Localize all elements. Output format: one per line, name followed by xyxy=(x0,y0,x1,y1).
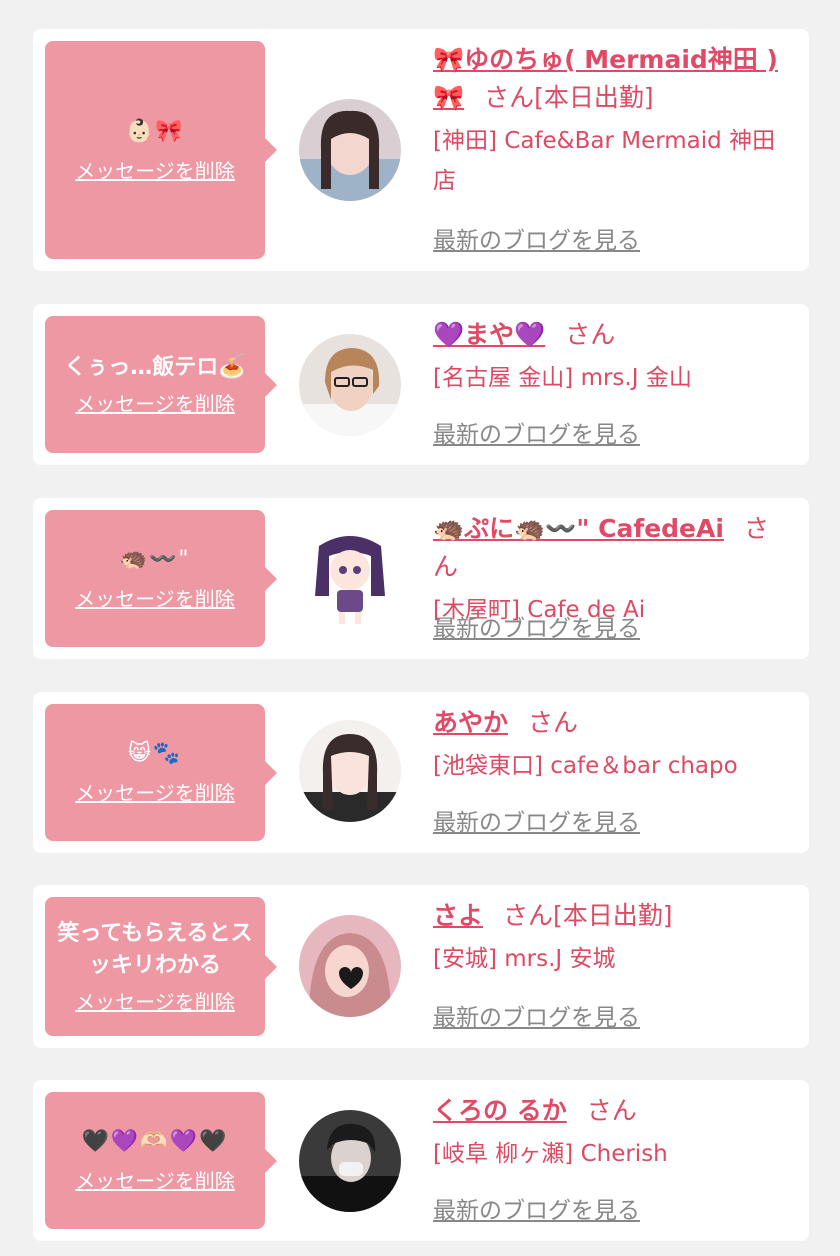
message-bubble: くぅっ…飯テロ🍝 メッセージを削除 xyxy=(45,316,277,453)
cast-info: 💜まや💜 さん [名古屋 金山] mrs.J 金山 最新のブログを見る xyxy=(433,316,793,453)
message-text: 笑ってもらえるとスッキリわかる xyxy=(57,921,253,978)
cast-honorific: さん[本日出勤] xyxy=(503,901,673,930)
message-card: 😸🐾 メッセージを削除 あやか さん [池袋東口] cafe＆bar chapo … xyxy=(33,692,809,853)
message-card: 笑ってもらえるとスッキリわかる メッセージを削除 さよ さん[本日出勤] [安城]… xyxy=(33,885,809,1048)
latest-blog-link[interactable]: 最新のブログを見る xyxy=(433,415,640,449)
message-bubble: 🦔〰️" メッセージを削除 xyxy=(45,510,277,647)
cast-info: 🎀ゆのちゅ( Mermaid神田 )🎀 さん[本日出勤] [神田] Cafe&Ba… xyxy=(433,41,793,259)
message-bubble: 笑ってもらえるとスッキリわかる メッセージを削除 xyxy=(45,897,277,1036)
cast-name-line: くろの るか さん xyxy=(433,1092,793,1130)
cast-name-line: 🦔ぷに🦔〰️" CafedeAi さん xyxy=(433,510,793,586)
cast-name-line: さよ さん[本日出勤] xyxy=(433,897,793,935)
cast-info: さよ さん[本日出勤] [安城] mrs.J 安城 最新のブログを見る xyxy=(433,897,793,1036)
message-text: 🖤💜🫶🏻💜🖤 xyxy=(81,1129,229,1154)
shop-name: [安城] mrs.J 安城 xyxy=(433,946,616,972)
anime-character-icon xyxy=(299,526,401,628)
cast-honorific: さん xyxy=(565,320,616,349)
cast-honorific: さん[本日出勤] xyxy=(484,83,654,112)
latest-blog-link[interactable]: 最新のブログを見る xyxy=(433,998,640,1032)
shop-name: [岐阜 柳ヶ瀬] Cherish xyxy=(433,1141,668,1167)
cast-name-link[interactable]: くろの るか xyxy=(433,1096,567,1125)
delete-message-link[interactable]: メッセージを削除 xyxy=(75,777,235,806)
cast-avatar[interactable] xyxy=(299,526,401,628)
cast-honorific: さん xyxy=(586,1096,637,1125)
delete-message-link[interactable]: メッセージを削除 xyxy=(75,986,235,1015)
message-list: 👶🏻🎀 メッセージを削除 🎀ゆのちゅ( Mermaid神田 )🎀 さん[本日出勤]… xyxy=(0,0,840,1256)
cast-avatar[interactable] xyxy=(299,1110,401,1212)
cast-avatar[interactable] xyxy=(299,720,401,822)
cast-info: くろの るか さん [岐阜 柳ヶ瀬] Cherish 最新のブログを見る xyxy=(433,1092,793,1229)
message-text: くぅっ…飯テロ🍝 xyxy=(64,355,246,380)
cast-name-line: あやか さん xyxy=(433,704,793,742)
message-card: 👶🏻🎀 メッセージを削除 🎀ゆのちゅ( Mermaid神田 )🎀 さん[本日出勤]… xyxy=(33,29,809,271)
latest-blog-link[interactable]: 最新のブログを見る xyxy=(433,1191,640,1225)
cast-info: あやか さん [池袋東口] cafe＆bar chapo 最新のブログを見る xyxy=(433,704,793,841)
delete-message-link[interactable]: メッセージを削除 xyxy=(75,388,235,417)
message-card: くぅっ…飯テロ🍝 メッセージを削除 💜まや💜 さん [名古屋 金山] mrs.J … xyxy=(33,304,809,465)
cast-avatar[interactable] xyxy=(299,915,401,1017)
cast-avatar[interactable] xyxy=(299,334,401,436)
shop-name: [神田] Cafe&Bar Mermaid 神田店 xyxy=(433,128,776,194)
latest-blog-link[interactable]: 最新のブログを見る xyxy=(433,609,640,643)
cast-honorific: さん xyxy=(528,708,579,737)
cast-photo-icon xyxy=(299,1110,401,1212)
message-card: 🦔〰️" メッセージを削除 🦔ぷに🦔〰️" CafedeAi さん [木屋町] C… xyxy=(33,498,809,659)
latest-blog-link[interactable]: 最新のブログを見る xyxy=(433,803,640,837)
cast-name-link[interactable]: あやか xyxy=(433,708,508,737)
delete-message-link[interactable]: メッセージを削除 xyxy=(75,155,235,184)
cast-name-link[interactable]: 🦔ぷに🦔〰️" CafedeAi xyxy=(433,514,724,543)
message-bubble: 😸🐾 メッセージを削除 xyxy=(45,704,277,841)
cast-name-link[interactable]: さよ xyxy=(433,901,483,930)
message-card: 🖤💜🫶🏻💜🖤 メッセージを削除 くろの るか さん [岐阜 柳ヶ瀬] Cheris… xyxy=(33,1080,809,1241)
cast-info: 🦔ぷに🦔〰️" CafedeAi さん [木屋町] Cafe de Ai 最新のブ… xyxy=(433,510,793,647)
message-bubble: 👶🏻🎀 メッセージを削除 xyxy=(45,41,277,259)
cast-avatar[interactable] xyxy=(299,99,401,201)
message-bubble: 🖤💜🫶🏻💜🖤 メッセージを削除 xyxy=(45,1092,277,1229)
message-text: 😸🐾 xyxy=(127,741,183,766)
shop-name: [名古屋 金山] mrs.J 金山 xyxy=(433,365,692,391)
cast-name-line: 🎀ゆのちゅ( Mermaid神田 )🎀 さん[本日出勤] xyxy=(433,41,793,117)
latest-blog-link[interactable]: 最新のブログを見る xyxy=(433,221,640,255)
cast-photo-icon xyxy=(299,915,401,1017)
cast-photo-icon xyxy=(299,720,401,822)
message-text: 🦔〰️" xyxy=(119,547,191,572)
cast-name-link[interactable]: 💜まや💜 xyxy=(433,320,545,349)
shop-name: [池袋東口] cafe＆bar chapo xyxy=(433,753,738,779)
cast-name-line: 💜まや💜 さん xyxy=(433,316,793,354)
message-text: 👶🏻🎀 xyxy=(125,118,185,144)
delete-message-link[interactable]: メッセージを削除 xyxy=(75,1165,235,1194)
cast-photo-icon xyxy=(299,334,401,436)
delete-message-link[interactable]: メッセージを削除 xyxy=(75,583,235,612)
cast-photo-icon xyxy=(299,99,401,201)
